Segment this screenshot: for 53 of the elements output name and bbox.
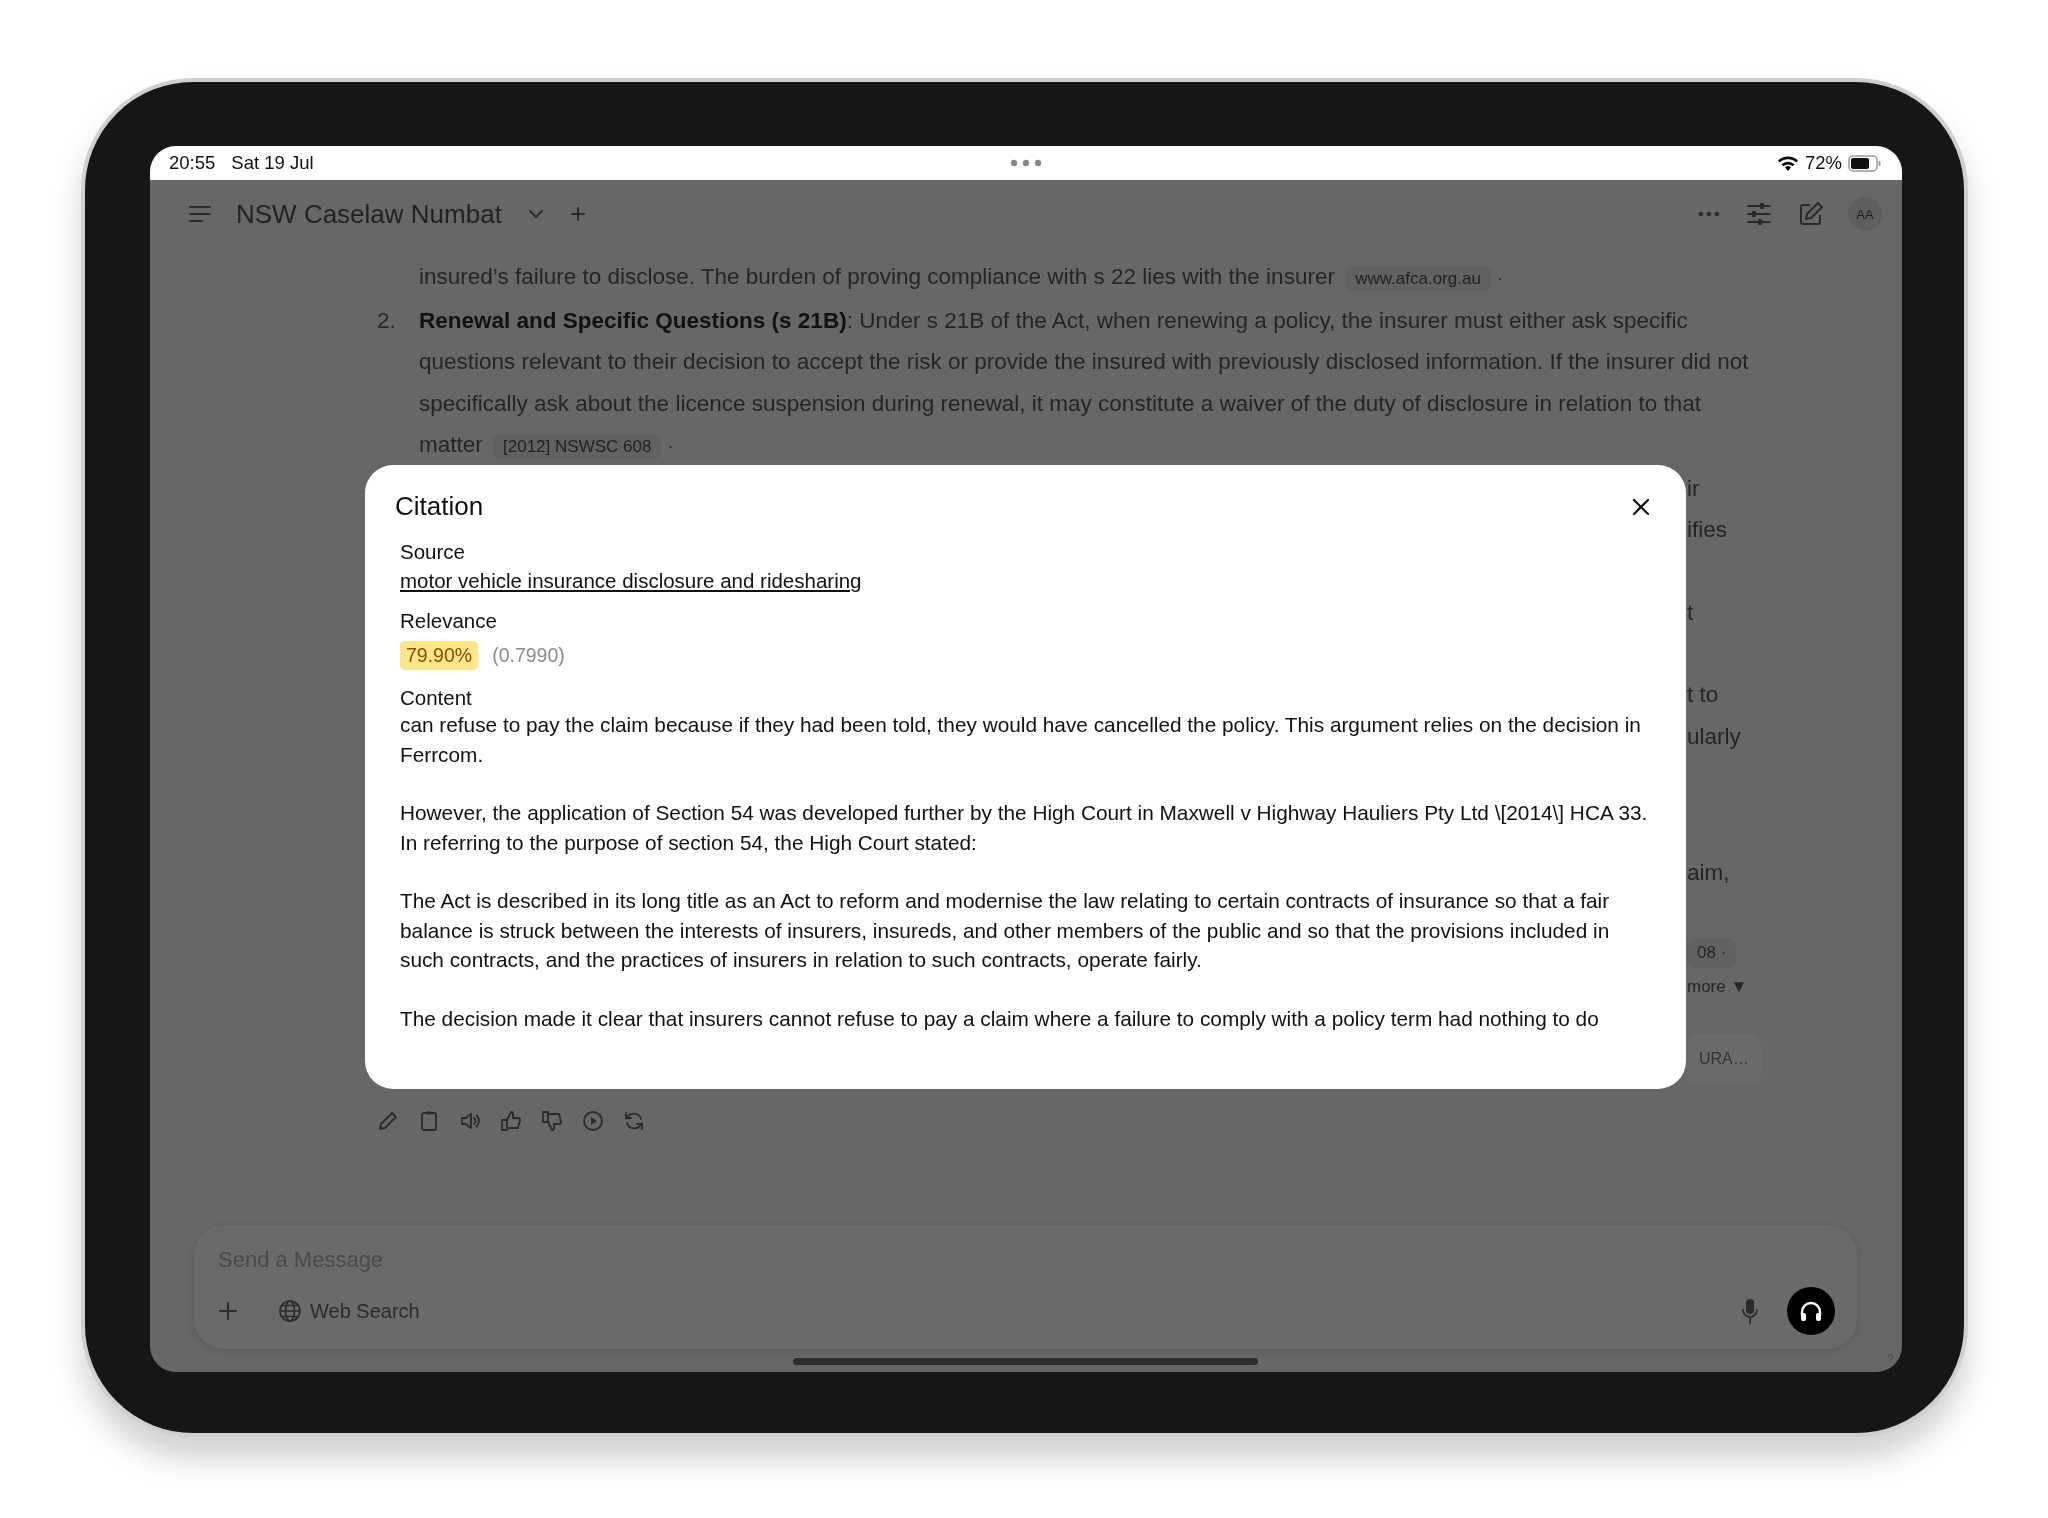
chat-title[interactable]: NSW Caselaw Numbat [236, 198, 502, 230]
battery-percent: 72% [1804, 152, 1842, 174]
voice-mode-button[interactable] [1787, 1287, 1835, 1335]
microphone-icon[interactable] [1741, 1298, 1759, 1324]
relevance-badge: 79.90% [400, 641, 479, 670]
content-paragraph: The decision made it clear that insurers cannot refuse to pay a claim where a failure to comply with a policy term had nothing to do [400, 1005, 1600, 1032]
menu-icon[interactable] [188, 205, 212, 223]
close-icon[interactable] [1632, 497, 1650, 516]
text-fragment: ir [1687, 474, 1700, 503]
chevron-down-icon[interactable] [527, 209, 544, 219]
source-link[interactable]: motor vehicle insurance disclosure and ridesharing [400, 569, 862, 593]
help-button[interactable]: ? [1887, 1352, 1894, 1366]
text-fragment: ularly [1687, 722, 1741, 751]
dialog-title: Citation [395, 491, 484, 522]
source-card[interactable]: URA… [1687, 1033, 1761, 1084]
list-number: 2. [377, 306, 397, 335]
more-link[interactable]: more ▼ [1687, 973, 1748, 1000]
source-chip[interactable]: www.afca.org.au [1345, 266, 1491, 291]
source-chip[interactable]: 08 · [1687, 937, 1737, 968]
play-circle-icon[interactable] [582, 1109, 604, 1132]
content-label: Content [400, 686, 472, 710]
more-icon[interactable] [1698, 211, 1720, 217]
source-label: Source [400, 540, 465, 564]
clipboard-icon[interactable] [418, 1109, 440, 1132]
answer-paragraph: Renewal and Specific Questions (s 21B): Under s 21B of the Act, when renewing a policy, the insurer must either ask specific questions relevant to their decision to accept the risk or provide the insured with previously disclosed information. If the insurer did not specifically ask about the licence suspension during renewal, it may constitute a waiver of the duty of disclosure in relation to that matter [2012] NSWSC 608 · [419, 306, 1750, 461]
web-search-button[interactable]: Web Search [270, 1295, 428, 1327]
status-date: Sat 19 Jul [231, 152, 314, 174]
content-paragraph: can refuse to pay the claim because if they had been told, they would have cancelled the policy. This argument relies on the decision in Ferrcom. [400, 712, 1642, 768]
globe-icon [278, 1299, 302, 1323]
user-avatar[interactable]: AA [1848, 197, 1882, 231]
answer-paragraph: insured’s failure to disclose. The burden of proving compliance with s 22 lies with the insurer www.afca.org.au · [419, 263, 1504, 293]
thumbs-down-icon[interactable] [541, 1109, 563, 1132]
status-time: 20:55 [169, 152, 216, 174]
relevance-score: (0.7990) [492, 644, 565, 667]
text-fragment: ifies [1687, 516, 1727, 544]
multitask-dots-icon[interactable] [1010, 159, 1042, 167]
plus-icon[interactable] [569, 206, 586, 222]
text-fragment: t to [1687, 681, 1719, 709]
relevance-label: Relevance [400, 609, 497, 633]
settings-sliders-icon[interactable] [1746, 202, 1772, 226]
text-fragment: aim, [1687, 859, 1730, 887]
content-paragraph: However, the application of Section 54 was developed further by the High Court in Maxwell v Highway Hauliers Pty Ltd \[2014\] HCA 33. In referring to the purpose of section 54, the High Court stated: [400, 800, 1649, 856]
battery-icon [1848, 154, 1882, 172]
refresh-icon[interactable] [623, 1109, 645, 1132]
edit-icon[interactable] [1798, 201, 1824, 227]
text-fragment: t [1687, 598, 1694, 627]
content-paragraph: The Act is described in its long title as an Act to reform and modernise the law relating to certain contracts of insurance so that a fair balance is struck between the interests of insurers, insureds, and other members of the public and so that the provisions included in such contracts, and the practices of insurers in relation to such contracts, operate fairly. [400, 888, 1611, 973]
edit-pencil-icon[interactable] [377, 1109, 399, 1132]
plus-icon[interactable] [218, 1301, 238, 1321]
thumbs-up-icon[interactable] [500, 1109, 522, 1132]
wifi-icon [1776, 154, 1799, 172]
headphones-icon [1799, 1300, 1823, 1322]
source-chip[interactable]: [2012] NSWSC 608 [493, 434, 662, 459]
